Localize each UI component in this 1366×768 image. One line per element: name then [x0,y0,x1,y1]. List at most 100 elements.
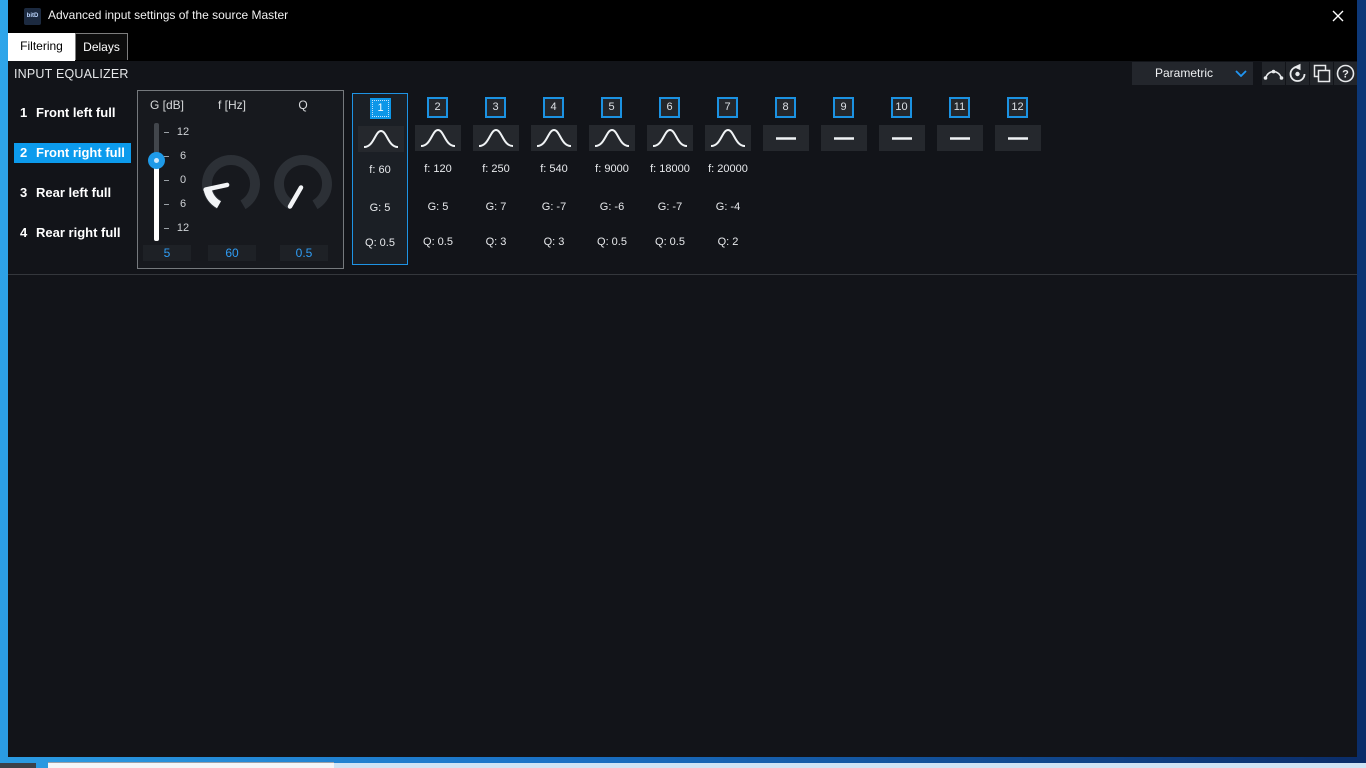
band-column-7[interactable]: 7 f: 20000 G: -4 Q: 2 [700,93,756,265]
tab-delays[interactable]: Delays [75,33,128,60]
channel-number: 2 [20,145,28,160]
peak-curve-icon[interactable] [415,125,461,151]
band-number-button[interactable]: 7 [717,97,738,118]
copy-button[interactable] [1310,62,1333,85]
band-number-button[interactable]: 11 [949,97,970,118]
desktop-bottom-strip-light [334,763,1366,768]
tick-label: 12 [176,126,190,138]
band-f-value: f: 18000 [650,163,690,175]
desktop-bottom-strip [0,763,36,768]
freq-value-field[interactable]: 60 [208,245,256,261]
flat-line-icon[interactable] [763,125,809,151]
band-column-4[interactable]: 4 f: 540 G: -7 Q: 3 [526,93,582,265]
band-q-value: Q: 0.5 [597,236,627,248]
band-f-value: f: 60 [369,164,391,176]
tab-strip: Filtering Delays [8,32,1357,61]
peak-curve-icon[interactable] [473,125,519,151]
channel-number: 3 [20,185,28,200]
band-number-button[interactable]: 10 [891,97,912,118]
band-column-6[interactable]: 6 f: 18000 G: -7 Q: 0.5 [642,93,698,265]
band-g-value: G: -4 [715,201,741,213]
flat-line-icon[interactable] [937,125,983,151]
channel-number: 4 [20,225,28,240]
band-column-8[interactable]: 8 [758,93,814,265]
eq-type-selected: Parametric [1154,66,1213,80]
channel-number: 1 [20,105,28,120]
band-control-panel: G [dB] f [Hz] Q 12 6 0 6 12 5 60 0.5 [137,90,344,269]
reset-button[interactable] [1286,62,1309,85]
gain-slider-thumb[interactable] [148,152,165,169]
band-column-1[interactable]: 1 f: 60 G: 5 Q: 0.5 [352,93,408,265]
channel-item-4[interactable]: 4 Rear right full [14,223,127,243]
freq-label: f [Hz] [217,98,246,112]
advanced-input-settings-window: bitD Advanced input settings of the sour… [8,0,1357,757]
gain-ticks: 12 6 0 6 12 [164,91,204,270]
band-number-button[interactable]: 8 [775,97,796,118]
band-q-value: Q: 0.5 [655,236,685,248]
help-button[interactable]: ? [1334,62,1357,85]
app-icon: bitD [24,8,41,25]
peak-curve-icon[interactable] [589,125,635,151]
close-icon [1332,10,1344,22]
peak-curve-icon[interactable] [647,125,693,151]
band-column-3[interactable]: 3 f: 250 G: 7 Q: 3 [468,93,524,265]
flat-line-icon[interactable] [821,125,867,151]
band-number-button[interactable]: 2 [427,97,448,118]
window-title: Advanced input settings of the source Ma… [48,8,289,22]
band-number-button[interactable]: 3 [485,97,506,118]
band-number-button[interactable]: 5 [601,97,622,118]
band-q-value: Q: 3 [543,236,565,248]
tab-filtering[interactable]: Filtering [8,33,75,61]
peak-curve-icon[interactable] [358,126,404,152]
channel-item-1[interactable]: 1 Front left full [14,103,121,123]
band-column-11[interactable]: 11 [932,93,988,265]
channel-item-3[interactable]: 3 Rear left full [14,183,117,203]
q-knob[interactable] [271,152,335,216]
gain-value-field[interactable]: 5 [143,245,191,261]
band-g-value: G: -6 [599,201,625,213]
help-icon: ? [1336,64,1355,83]
band-q-value: Q: 0.5 [423,236,453,248]
peak-curve-icon[interactable] [531,125,577,151]
channel-item-2[interactable]: 2 Front right full [14,143,131,163]
eq-curve-view-button[interactable] [1262,62,1285,85]
q-value-field[interactable]: 0.5 [280,245,328,261]
band-g-value: G: 7 [485,201,507,213]
band-number-button[interactable]: 12 [1007,97,1028,118]
band-g-value: G: 5 [369,202,391,214]
band-q-value: Q: 3 [485,236,507,248]
chevron-down-icon [1235,70,1247,77]
band-number-button[interactable]: 9 [833,97,854,118]
filtering-content: INPUT EQUALIZER 1 Front left full 2 Front r… [8,61,1357,757]
eq-type-dropdown[interactable]: Parametric [1132,62,1253,85]
band-column-12[interactable]: 12 [990,93,1046,265]
channel-label: Rear left full [36,185,112,200]
flat-line-icon[interactable] [995,125,1041,151]
title-bar[interactable]: bitD Advanced input settings of the sour… [8,0,1357,32]
desktop-bottom-window-edge [48,762,334,768]
svg-text:?: ? [1342,69,1349,81]
section-title: INPUT EQUALIZER [14,67,129,81]
band-column-2[interactable]: 2 f: 120 G: 5 Q: 0.5 [410,93,466,265]
section-divider [8,274,1357,275]
band-number-button[interactable]: 6 [659,97,680,118]
band-column-9[interactable]: 9 [816,93,872,265]
tick-label: 0 [179,174,187,186]
tick-mark [164,228,169,229]
band-f-value: f: 120 [424,163,452,175]
flat-line-icon[interactable] [879,125,925,151]
q-label: Q [298,98,308,112]
band-f-value: f: 9000 [595,163,629,175]
peak-curve-icon[interactable] [705,125,751,151]
band-f-value: f: 540 [540,163,568,175]
band-number-button[interactable]: 4 [543,97,564,118]
freq-knob[interactable] [199,152,263,216]
close-button[interactable] [1327,6,1349,26]
reset-icon [1289,63,1306,82]
tick-mark [164,132,169,133]
tick-label: 12 [176,222,190,234]
band-number-button[interactable]: 1 [370,98,391,119]
band-column-10[interactable]: 10 [874,93,930,265]
band-column-5[interactable]: 5 f: 9000 G: -6 Q: 0.5 [584,93,640,265]
channel-label: Rear right full [36,225,121,240]
